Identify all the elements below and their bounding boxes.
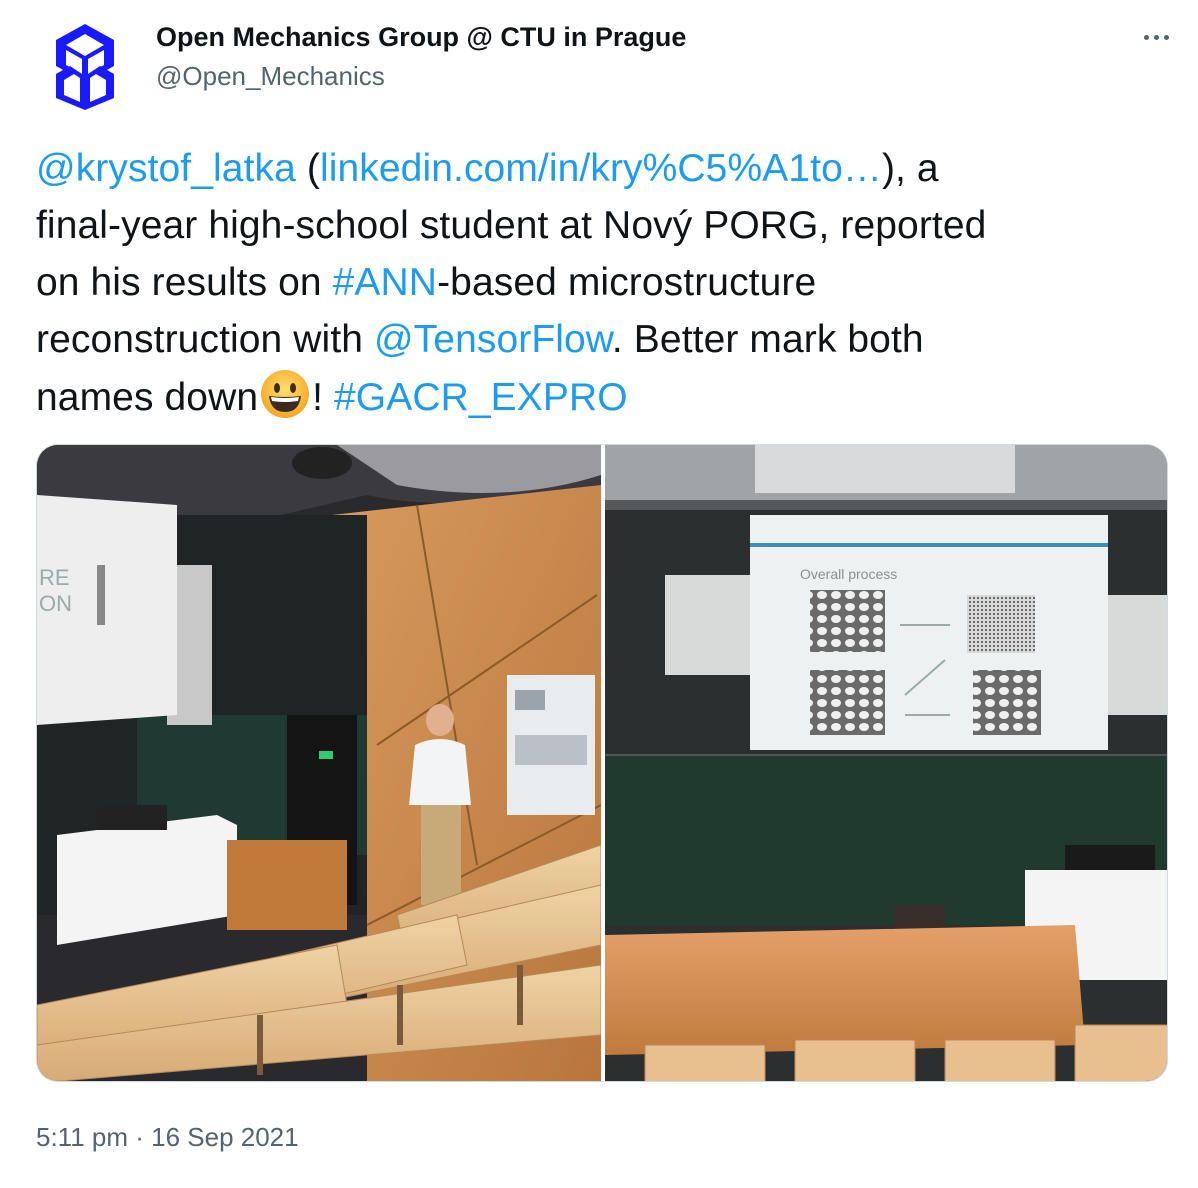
tweet-text: @krystof_latka (linkedin.com/in/kry%C5%A… xyxy=(36,140,1166,426)
author-handle[interactable]: @Open_Mechanics xyxy=(156,58,686,94)
tweet-line-2: final-year high-school student at Nový P… xyxy=(36,197,1166,254)
more-options-icon[interactable] xyxy=(1136,22,1176,52)
screen-text: ON xyxy=(39,591,72,616)
linkedin-link[interactable]: linkedin.com/in/kry%C5%A1to… xyxy=(320,147,882,190)
tweet-text-segment: . Better mark both xyxy=(611,318,924,361)
tweet-text-segment: names down xyxy=(36,376,259,419)
tweet-line-4: reconstruction with @TensorFlow. Better … xyxy=(36,311,1166,368)
author-display-name[interactable]: Open Mechanics Group @ CTU in Prague xyxy=(156,20,686,54)
tweet-timestamp[interactable]: 5:11 pm · 16 Sep 2021 xyxy=(36,1120,299,1154)
slide-title: Overall process xyxy=(800,566,897,582)
tweet-media: RE ON Overall process xyxy=(36,444,1168,1082)
tweet-text-segment: ! xyxy=(312,376,335,419)
tweet-text-segment: -based microstructure xyxy=(437,261,817,304)
hashtag-ann[interactable]: #ANN xyxy=(333,261,437,304)
avatar[interactable] xyxy=(50,22,120,110)
tweet-text-segment: reconstruction with xyxy=(36,318,374,361)
tweet-line-3: on his results on #ANN-based microstruct… xyxy=(36,254,1166,311)
mention-krystof-latka[interactable]: @krystof_latka xyxy=(36,147,296,190)
screen-text: RE xyxy=(39,565,70,590)
tweet-header: Open Mechanics Group @ CTU in Prague @Op… xyxy=(36,14,1176,110)
tweet-text-segment: ( xyxy=(295,147,320,190)
tweet-line-5: names down ! #GACR_EXPRO xyxy=(36,368,1166,426)
hashtag-gacr-expro[interactable]: #GACR_EXPRO xyxy=(334,376,628,419)
mention-tensorflow[interactable]: @TensorFlow xyxy=(374,318,612,361)
tweet-text-segment: on his results on xyxy=(36,261,333,304)
tweet-line-1: @krystof_latka (linkedin.com/in/kry%C5%A… xyxy=(36,140,1166,197)
tweet-text-segment: ), a xyxy=(881,147,939,190)
cube-logo-icon xyxy=(56,24,114,110)
tweet-text-segment: final-year high-school student at Nový P… xyxy=(36,204,987,247)
photo-lecture-hall-speaker[interactable]: RE ON xyxy=(37,445,601,1081)
photo-projected-slide[interactable]: Overall process xyxy=(605,445,1167,1081)
grinning-face-emoji xyxy=(261,370,310,418)
